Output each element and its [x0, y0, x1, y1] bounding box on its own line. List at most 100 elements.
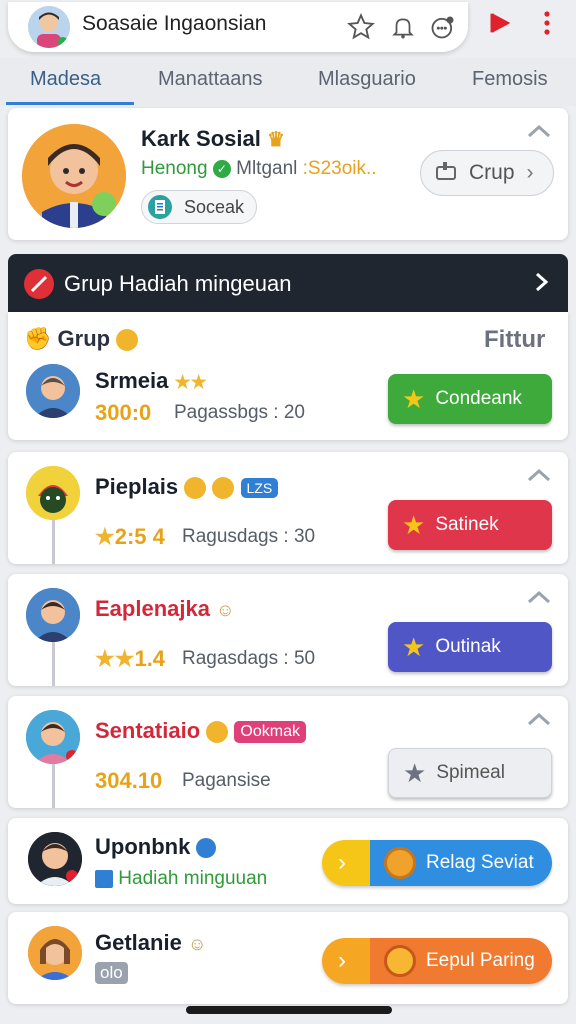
tag-badge: Ookmak	[234, 721, 306, 744]
member-score: ★2:5 4	[95, 524, 165, 549]
member-detail: Ragusdags : 30	[182, 526, 316, 547]
level-badge: LZS	[240, 478, 279, 499]
coin-icon	[184, 477, 207, 500]
group-card: ✊ Grup Fittur Srmeia ★★ 300:0 Pagassbgs …	[8, 312, 568, 440]
reward-banner[interactable]: Grup Hadiah mingeuan	[8, 254, 568, 312]
medal-icon	[384, 847, 416, 879]
profile-meta: Henong ✓ Mltganl :S23oik..	[141, 158, 377, 180]
bell-icon[interactable]	[388, 12, 418, 42]
star-icon: ★	[95, 524, 115, 549]
baby-icon: ☺	[187, 934, 207, 954]
social-badge-label: Soceak	[184, 196, 245, 217]
play-icon[interactable]	[486, 8, 516, 38]
member-card: Sentatiaio Ookmak 304.10 Pagansise ★ Spi…	[8, 696, 568, 808]
top-bar: Soasaie Ingaonsian	[0, 0, 576, 62]
action-label: Relag Seviat	[426, 852, 534, 873]
reward-action-button[interactable]: › Eepul Paring	[322, 938, 552, 984]
group-header-label: ✊ Grup	[24, 326, 139, 352]
more-menu-icon[interactable]	[532, 8, 562, 38]
coin-icon	[212, 477, 235, 500]
action-label: Eepul Paring	[426, 950, 535, 971]
fire-icon	[24, 269, 54, 299]
action-label: Satinek	[435, 514, 499, 535]
timeline-line	[52, 636, 55, 686]
hand-icon: ✊	[24, 326, 52, 351]
member-score: ★★1.4	[95, 646, 166, 671]
reward-avatar[interactable]	[28, 926, 82, 980]
chat-icon[interactable]	[428, 12, 458, 42]
member-avatar[interactable]	[26, 364, 80, 418]
star-icon: ★	[402, 509, 426, 540]
tab-madesa[interactable]: Madesa	[30, 68, 101, 91]
active-tab-indicator	[6, 102, 134, 105]
collapse-icon[interactable]	[526, 466, 552, 486]
member-avatar[interactable]	[26, 710, 80, 764]
trophy-icon: ♛	[266, 129, 285, 151]
star-rating-icon: ★★	[95, 646, 135, 671]
tab-femosis[interactable]: Femosis	[472, 68, 548, 91]
reward-card: Uponbnk Hadiah minguuan › Relag Seviat	[8, 818, 568, 904]
member-action-button[interactable]: ★ Condeank	[388, 374, 552, 424]
profile-name: Kark Sosial ♛	[141, 126, 285, 151]
star-icon[interactable]	[346, 12, 376, 42]
member-name: Eaplenajka ☺	[95, 596, 235, 621]
collapse-icon[interactable]	[526, 122, 552, 142]
profile-card: Kark Sosial ♛ Henong ✓ Mltganl :S23oik..…	[8, 108, 568, 240]
reward-name: Getlanie ☺	[95, 930, 207, 955]
member-name: Pieplais LZS	[95, 474, 279, 500]
social-badge[interactable]: Soceak	[141, 190, 257, 224]
group-button-label: Crup	[469, 161, 515, 184]
member-avatar[interactable]	[26, 588, 80, 642]
tab-mlasguario[interactable]: Mlasguario	[318, 68, 416, 91]
home-indicator	[186, 1006, 392, 1014]
meta-text: Mltganl	[236, 158, 298, 179]
star-icon: ★	[402, 383, 426, 414]
reward-detail: olo	[95, 962, 128, 984]
banner-title: Grup Hadiah mingeuan	[64, 271, 292, 296]
member-detail: Ragasdags : 50	[182, 648, 316, 669]
member-card: Eaplenajka ☺ ★★1.4 Ragasdags : 50 ★ Outi…	[8, 574, 568, 686]
member-detail: Pagassbgs : 20	[174, 402, 305, 423]
points-text: :S23oik..	[302, 158, 377, 179]
action-label: Outinak	[435, 636, 501, 657]
star-icon: ★	[403, 757, 427, 788]
coin-icon	[116, 329, 139, 352]
shield-icon	[384, 945, 416, 977]
group-header-feature: Fittur	[484, 326, 546, 353]
collapse-icon[interactable]	[526, 588, 552, 608]
member-name: Srmeia ★★	[95, 368, 207, 393]
calendar-icon	[95, 869, 113, 888]
tab-manattaans[interactable]: Manattaans	[158, 68, 263, 91]
action-label: Spimeal	[436, 762, 505, 783]
timeline-line	[52, 758, 55, 808]
member-card: Pieplais LZS ★2:5 4 Ragusdags : 30 ★ Sat…	[8, 452, 568, 564]
reward-card: Getlanie ☺ olo › Eepul Paring	[8, 912, 568, 1004]
banner-chevron-icon	[532, 268, 552, 301]
member-action-button[interactable]: ★ Spimeal	[388, 748, 552, 798]
document-icon	[148, 195, 172, 219]
collapse-icon[interactable]	[526, 710, 552, 730]
reward-name: Uponbnk	[95, 834, 217, 860]
member-detail: Pagansise	[182, 770, 271, 791]
member-score: 300:0	[95, 400, 152, 425]
action-label: Condeank	[435, 388, 522, 409]
member-name: Sentatiaio Ookmak	[95, 718, 306, 744]
group-button[interactable]: Crup ›	[420, 150, 554, 196]
verified-icon	[196, 838, 217, 859]
title-bar[interactable]: Soasaie Ingaonsian	[8, 2, 468, 52]
star-rating-icon: ★★	[174, 372, 207, 392]
star-icon: ★	[402, 631, 426, 662]
member-action-button[interactable]: ★ Satinek	[388, 500, 552, 550]
reward-avatar[interactable]	[28, 832, 82, 886]
verified-icon: ✓	[212, 159, 231, 178]
profile-avatar[interactable]	[22, 124, 126, 228]
app-title: Soasaie Ingaonsian	[82, 12, 267, 35]
status-text: Henong	[141, 158, 208, 179]
reward-action-button[interactable]: › Relag Seviat	[322, 840, 552, 886]
member-action-button[interactable]: ★ Outinak	[388, 622, 552, 672]
member-avatar[interactable]	[26, 466, 80, 520]
chevron-right-icon: ›	[526, 161, 534, 184]
chevron-right-icon: ›	[338, 947, 346, 974]
timeline-line	[52, 514, 55, 564]
user-avatar[interactable]	[28, 6, 70, 48]
